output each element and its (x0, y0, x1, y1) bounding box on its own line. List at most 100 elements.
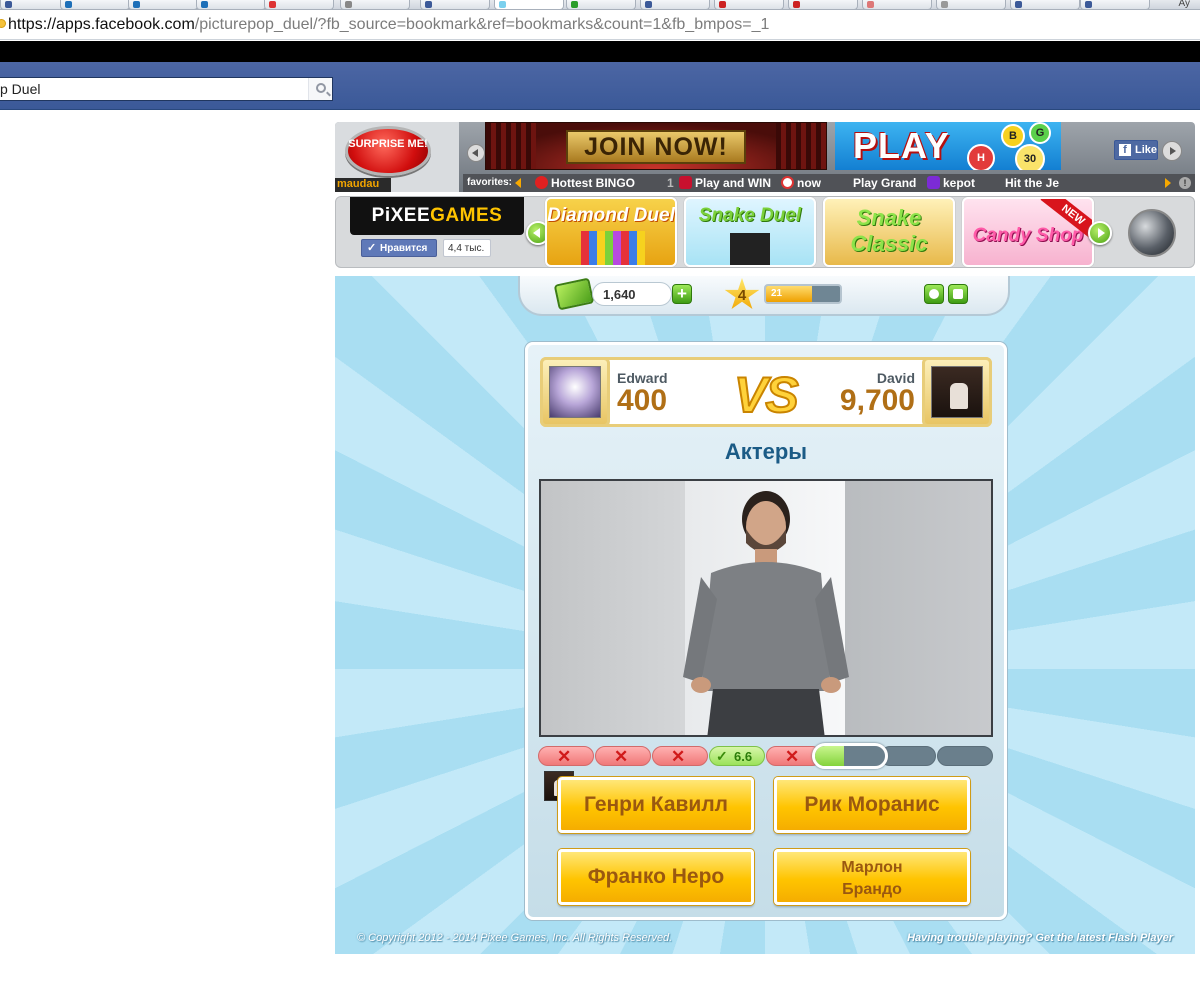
tab-favicon-icon (793, 1, 800, 8)
lifebuoy-icon (781, 176, 794, 189)
copyright-text: © Copyright 2012 - 2014 Pixee Games, Inc… (357, 932, 673, 944)
cash-icon (553, 277, 595, 311)
like-label: Like (1135, 144, 1158, 156)
wrong-icon: ✕ (614, 747, 629, 766)
browser-tab[interactable] (340, 0, 410, 10)
favorite-link[interactable]: Hottest BINGO (535, 176, 635, 190)
lock-icon[interactable] (0, 19, 6, 28)
browser-tab[interactable] (936, 0, 1006, 10)
browser-tab[interactable] (1010, 0, 1080, 10)
player2-avatar[interactable] (931, 366, 983, 418)
player2-avatar-frame (922, 357, 992, 427)
wrong-icon: ✕ (671, 747, 686, 766)
tab-favicon-icon (645, 1, 652, 8)
answer-button-3[interactable]: Франко Неро (558, 849, 754, 905)
game-frame: SURPRISE ME! maudau JOIN NOW! PLAY H B 3… (335, 122, 1195, 954)
favorite-link[interactable]: Play Grand (853, 176, 916, 190)
sound-button[interactable] (948, 284, 968, 304)
favorites-bar: favorites: Hottest BINGO 1 Play and WIN … (463, 174, 1195, 192)
round-wrong: ✕ (538, 746, 594, 766)
surprise-me-panel: SURPRISE ME! maudau (335, 122, 459, 192)
flash-player-link[interactable]: Having trouble playing? Get the latest F… (907, 932, 1173, 944)
info-icon[interactable]: ! (1179, 177, 1191, 189)
favorites-next-icon[interactable] (1165, 178, 1171, 188)
browser-tab-strip: Ay (0, 0, 1200, 10)
browser-tab-active[interactable] (494, 0, 564, 10)
game-thumb-diamond-duel[interactable]: Diamond Duel (545, 197, 677, 267)
player1-avatar[interactable] (549, 366, 601, 418)
globe-icon[interactable] (1128, 209, 1176, 257)
browser-tab[interactable] (264, 0, 334, 10)
games-next-arrow-icon[interactable] (1088, 221, 1112, 245)
browser-tab[interactable] (788, 0, 858, 10)
round-time: 6.6 (734, 749, 753, 764)
tab-favicon-icon (345, 1, 352, 8)
tab-favicon-icon (499, 1, 506, 8)
ad-prev-arrow-icon[interactable] (467, 144, 485, 162)
url-text[interactable]: https://apps.facebook.com/picturepop_due… (8, 16, 769, 34)
pixee-games-logo[interactable]: PiXEEGAMES (350, 197, 524, 235)
browser-tab[interactable] (640, 0, 710, 10)
maudau-logo[interactable]: maudau (335, 178, 391, 192)
actor-silhouette (683, 491, 849, 735)
duel-panel: Edward 400 VS David 9,700 Актеры ✕ ✕ ✕ ✓… (525, 342, 1007, 920)
game-thumb-candy-shop[interactable]: Candy Shop NEW (962, 197, 1094, 267)
favorite-link[interactable]: now (781, 176, 821, 190)
play-bingo-ad[interactable]: PLAY H B 30 G (835, 122, 1061, 170)
game-title: Snake Classic (850, 205, 928, 256)
browser-tab[interactable] (420, 0, 490, 10)
game-stage: 1,640 + 4 21 Edward 400 VS David 9,700 А… (335, 276, 1195, 954)
facebook-search-button[interactable] (308, 78, 332, 100)
question-category: Актеры (724, 439, 808, 464)
favorite-label: Hottest BINGO (551, 176, 635, 190)
tab-favicon-icon (133, 1, 140, 8)
address-bar[interactable]: https://apps.facebook.com/picturepop_due… (0, 10, 1200, 40)
facebook-search-input[interactable] (0, 78, 305, 100)
surprise-me-button[interactable]: SURPRISE ME! (345, 126, 431, 176)
profile-button[interactable] (924, 284, 944, 304)
curtain-left (486, 123, 536, 169)
answer-button-2[interactable]: Рик Моранис (774, 777, 970, 833)
game-title: Snake Duel (698, 205, 802, 226)
ad-next-arrow-icon[interactable] (1162, 141, 1182, 161)
facebook-search-box (0, 77, 333, 101)
game-thumb-snake-duel[interactable]: Snake Duel (684, 197, 816, 267)
bingo-ball: B (1001, 124, 1025, 148)
game-thumb-snake-classic[interactable]: Snake Classic (823, 197, 955, 267)
favorite-link[interactable]: kepot (927, 176, 975, 190)
facebook-f-icon: f (1119, 144, 1131, 156)
facebook-like-button[interactable]: f Like (1114, 140, 1158, 160)
avatar-figure (950, 383, 968, 409)
answer-button-1[interactable]: Генри Кавилл (558, 777, 754, 833)
add-coins-button[interactable]: + (672, 284, 692, 304)
favorite-link[interactable]: Hit the Je (1005, 176, 1059, 190)
favorites-prev-icon[interactable] (515, 178, 521, 188)
tab-favicon-icon (719, 1, 726, 8)
wrong-icon: ✕ (557, 747, 572, 766)
separator: 1 (667, 176, 674, 190)
url-path: /picturepop_duel/?fb_source=bookmark&ref… (194, 16, 770, 33)
versus-bar: Edward 400 VS David 9,700 (540, 357, 992, 427)
round-wrong: ✕ (652, 746, 708, 766)
browser-tab[interactable] (862, 0, 932, 10)
join-now-ad[interactable]: JOIN NOW! (485, 122, 827, 170)
favorite-label: now (797, 176, 821, 190)
player2-score: 9,700 (839, 384, 915, 417)
answer-button-4[interactable]: Марлон Брандо (774, 849, 970, 905)
browser-tab[interactable] (1080, 0, 1150, 10)
browser-tab[interactable] (128, 0, 198, 10)
browser-tab[interactable] (60, 0, 130, 10)
seven-icon (927, 176, 940, 189)
browser-tab[interactable] (714, 0, 784, 10)
round-progress: ✕ ✕ ✕ ✓ 6.6 ✕ (538, 743, 996, 769)
snake-grid (730, 233, 770, 265)
browser-tab[interactable] (566, 0, 636, 10)
bingo-ball: G (1029, 122, 1051, 144)
play-label: PLAY (853, 125, 950, 166)
browser-tab[interactable] (196, 0, 266, 10)
round-current-timer (812, 743, 888, 769)
coin-balance: 1,640 (592, 282, 672, 306)
vk-like-button[interactable]: Нравится (361, 239, 437, 257)
favorite-link[interactable]: Play and WIN (679, 176, 771, 190)
browser-user-label[interactable]: Ay (1179, 0, 1191, 9)
